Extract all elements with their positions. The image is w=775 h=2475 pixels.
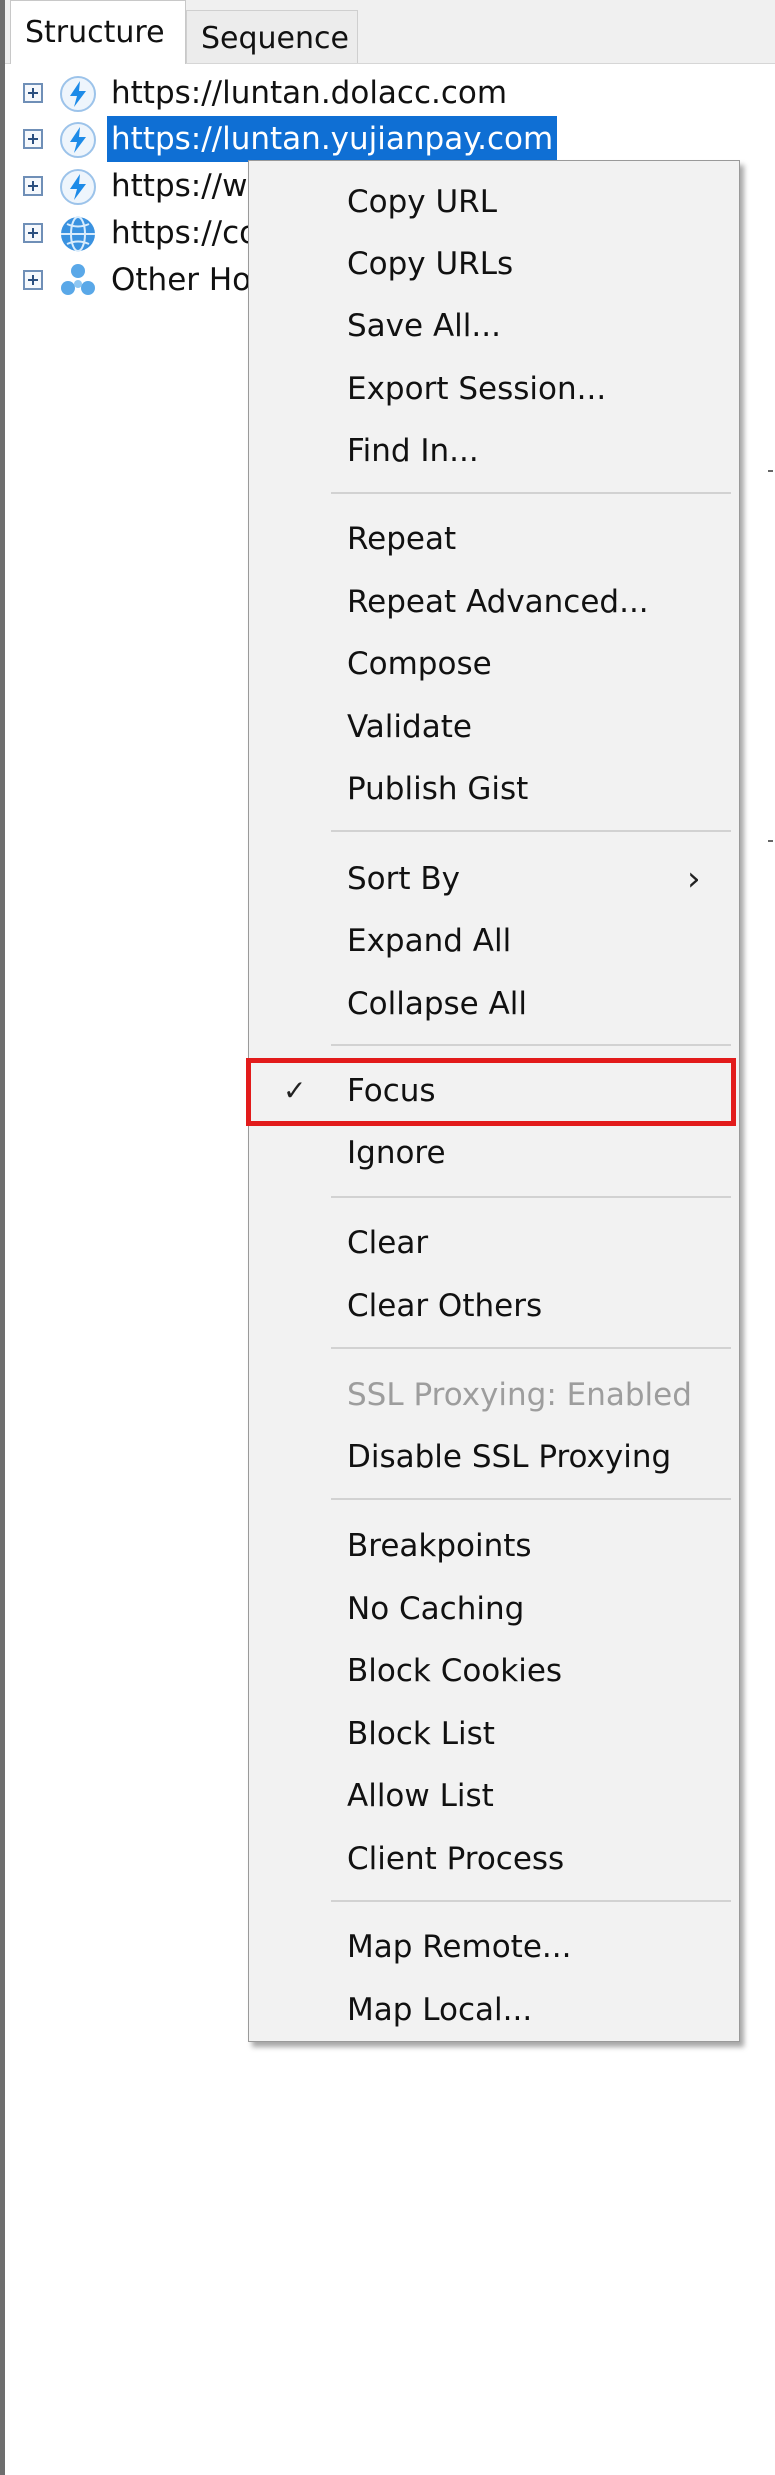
menu-item-publish-gist[interactable]: Publish Gist [249,758,739,820]
menu-item-label: Block Cookies [347,1653,563,1689]
expand-icon[interactable] [23,270,43,290]
menu-item-repeat-advanced[interactable]: Repeat Advanced... [249,571,739,633]
menu-item-label: Repeat Advanced... [347,584,649,620]
expand-icon[interactable] [23,83,43,103]
menu-separator [331,1498,731,1500]
menu-item-label: SSL Proxying: Enabled [347,1377,692,1413]
menu-item-save-all[interactable]: Save All... [249,295,739,357]
menu-item-block-cookies[interactable]: Block Cookies [249,1640,739,1702]
menu-item-label: No Caching [347,1591,525,1627]
tree-row[interactable]: https://luntan.dolacc.com [15,70,775,116]
expand-icon[interactable] [23,129,43,149]
menu-item-label: Block List [347,1716,495,1752]
menu-item-ssl-proxying-enabled: SSL Proxying: Enabled [249,1364,739,1426]
menu-item-label: Allow List [347,1778,494,1814]
menu-item-label: Sort By [347,861,461,897]
menu-item-label: Ignore [347,1135,446,1171]
menu-separator [331,492,731,494]
menu-item-block-list[interactable]: Block List [249,1703,739,1765]
menu-item-client-process[interactable]: Client Process [249,1828,739,1890]
menu-item-label: Map Remote... [347,1929,572,1965]
menu-item-no-caching[interactable]: No Caching [249,1578,739,1640]
chevron-right-icon: › [687,859,701,899]
menu-item-disable-ssl-proxying[interactable]: Disable SSL Proxying [249,1426,739,1488]
tree-row-selected[interactable]: https://luntan.yujianpay.com [15,116,775,162]
menu-item-label: Collapse All [347,986,528,1022]
menu-item-label: Clear Others [347,1288,543,1324]
menu-item-label: Save All... [347,308,501,344]
menu-item-map-local[interactable]: Map Local... [249,1979,739,2041]
menu-separator [331,1044,731,1046]
menu-item-ignore[interactable]: Ignore [249,1122,739,1184]
lightning-icon [60,169,96,205]
menu-item-label: Breakpoints [347,1528,532,1564]
menu-item-find-in[interactable]: Find In... [249,420,739,482]
menu-item-label: Copy URLs [347,246,514,282]
menu-separator [331,1900,731,1902]
lightning-icon [60,122,96,158]
focus-highlight-annotation [246,1058,736,1126]
lightning-icon [60,76,96,112]
menu-item-label: Validate [347,709,472,745]
menu-item-repeat[interactable]: Repeat [249,508,739,570]
right-edge-tick [768,840,773,842]
menu-item-breakpoints[interactable]: Breakpoints [249,1515,739,1577]
menu-item-clear[interactable]: Clear [249,1212,739,1274]
host-label: Other Ho [111,262,252,298]
menu-item-label: Find In... [347,433,479,469]
tab-sequence[interactable]: Sequence [186,10,358,63]
menu-item-validate[interactable]: Validate [249,696,739,758]
menu-item-export-session[interactable]: Export Session... [249,358,739,420]
menu-item-compose[interactable]: Compose [249,633,739,695]
host-label: https://w [111,168,248,204]
menu-item-copy-url[interactable]: Copy URL [249,171,739,233]
host-label: https://co [111,215,259,251]
menu-item-label: Disable SSL Proxying [347,1439,672,1475]
menu-item-label: Export Session... [347,371,607,407]
expand-icon[interactable] [23,176,43,196]
menu-item-label: Copy URL [347,184,497,220]
menu-item-expand-all[interactable]: Expand All [249,910,739,972]
menu-item-sort-by[interactable]: Sort By › [249,848,739,910]
host-label: https://luntan.dolacc.com [111,75,508,111]
globe-icon [61,216,95,252]
menu-item-copy-urls[interactable]: Copy URLs [249,233,739,295]
menu-separator [331,830,731,832]
menu-separator [331,1347,731,1349]
menu-separator [331,1196,731,1198]
tab-structure[interactable]: Structure [10,0,186,64]
menu-item-label: Repeat [347,521,457,557]
menu-item-label: Compose [347,646,492,682]
menu-item-allow-list[interactable]: Allow List [249,1765,739,1827]
right-edge-tick [768,470,773,472]
view-tab-bar: Structure Sequence [5,0,775,64]
menu-item-label: Expand All [347,923,512,959]
menu-item-clear-others[interactable]: Clear Others [249,1275,739,1337]
menu-item-label: Client Process [347,1841,565,1877]
menu-item-map-remote[interactable]: Map Remote... [249,1916,739,1978]
menu-item-collapse-all[interactable]: Collapse All [249,973,739,1035]
other-hosts-icon [61,264,95,295]
menu-item-label: Clear [347,1225,429,1261]
menu-item-label: Map Local... [347,1992,533,2028]
host-label: https://luntan.yujianpay.com [107,116,558,162]
expand-icon[interactable] [23,223,43,243]
menu-item-label: Publish Gist [347,771,529,807]
